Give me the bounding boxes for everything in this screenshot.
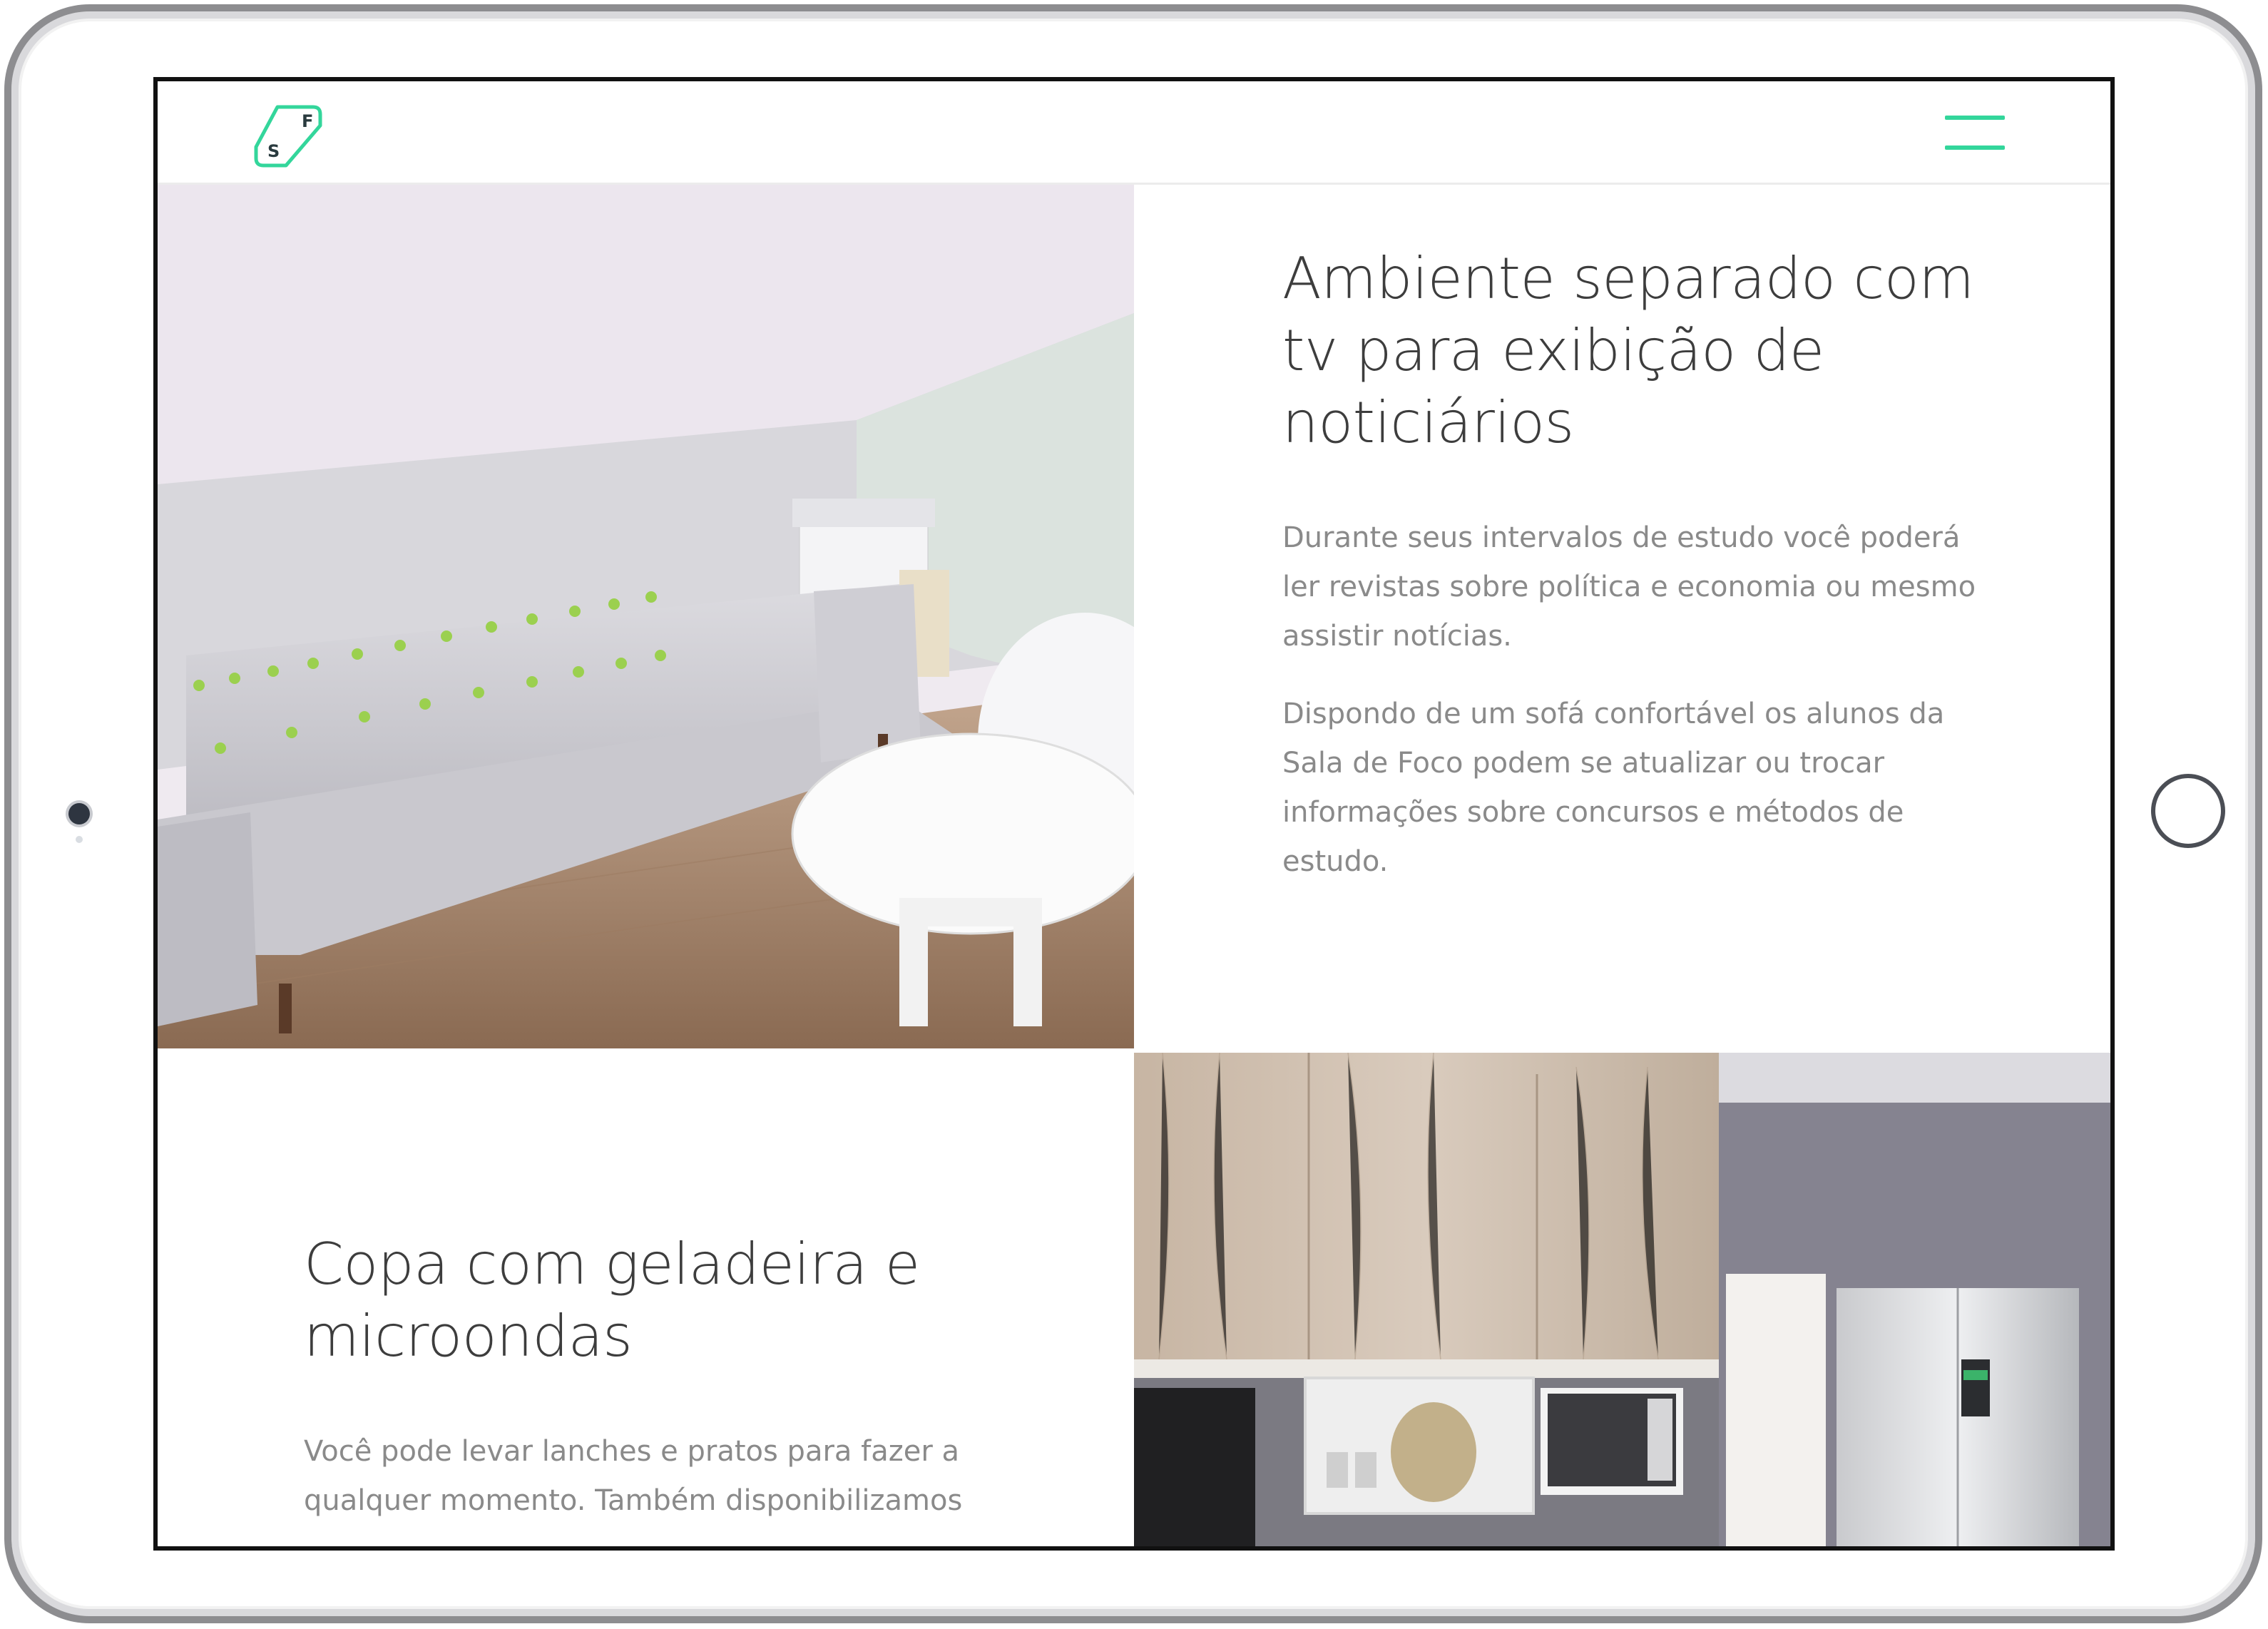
paragraph-line: ler revistas sobre política e economia o… [1282,571,1976,603]
section-paragraph: Dispondo de um sofá confortável os aluno… [1282,690,1996,887]
kitchen-photo [1134,1053,2110,1546]
hamburger-icon[interactable] [1945,116,2005,155]
ambient-sensor [76,836,83,843]
logo-icon: F S [254,105,322,168]
paragraph-line: Durante seus intervalos de estudo você p… [1282,521,1961,554]
title-line: noticiários [1282,389,1574,456]
screen: F S Ambiente separado com tv para exibiç… [153,77,2115,1551]
section-title: Copa com geladeira e microondas [304,1228,1017,1372]
section-paragraph: Você pode levar lanches e pratos para fa… [304,1427,1017,1526]
title-line: Ambiente separado com [1282,245,1974,312]
title-line: microondas [304,1303,633,1369]
logo-letter-f: F [302,111,313,131]
site-logo[interactable]: F S [249,94,329,174]
front-camera [68,803,90,824]
paragraph-line: Você pode levar lanches e pratos para fa… [304,1435,960,1468]
home-button[interactable] [2151,774,2225,848]
logo-letter-s: S [267,141,280,161]
menu-line [1945,145,2005,150]
section-lounge: Ambiente separado com tv para exibição d… [1282,242,1996,887]
site-header: F S [158,81,2110,185]
section-paragraph: Durante seus intervalos de estudo você p… [1282,514,1996,661]
paragraph-line: estudo. [1282,845,1389,878]
title-line: tv para exibição de [1282,317,1824,384]
paragraph-line: informações sobre concursos e métodos de [1282,796,1904,829]
menu-line [1945,116,2005,120]
paragraph-line: assistir notícias. [1282,620,1512,653]
title-line: Copa com geladeira e [304,1231,920,1297]
paragraph-line: qualquer momento. Também disponibilizamo… [304,1484,963,1517]
paragraph-line: Sala de Foco podem se atualizar ou troca… [1282,747,1885,780]
paragraph-line: Dispondo de um sofá confortável os aluno… [1282,698,1945,730]
living-room-photo [158,185,1134,1048]
section-kitchen: Copa com geladeira e microondas Você pod… [304,1228,1017,1526]
section-title: Ambiente separado com tv para exibição d… [1282,242,1996,459]
